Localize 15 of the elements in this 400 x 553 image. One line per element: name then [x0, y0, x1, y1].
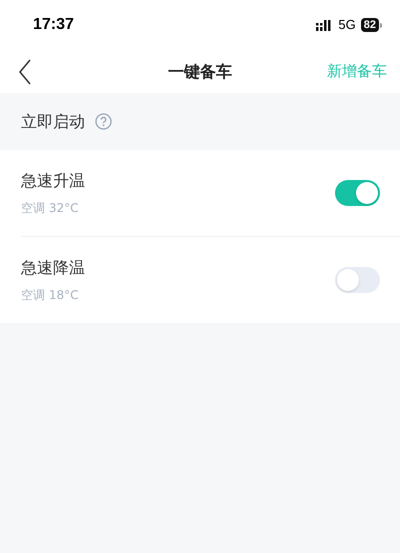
page-title: 一键备车 — [168, 60, 232, 82]
battery-level: 82 — [360, 18, 379, 32]
section-title: 立即启动 — [21, 110, 85, 132]
network-label: 5G — [338, 16, 356, 34]
item-title: 急速升温 — [21, 170, 85, 192]
item-subtitle: 空调 32°C — [21, 200, 80, 217]
toggle-switch[interactable] — [335, 180, 380, 206]
add-button[interactable]: 新增备车 — [327, 60, 387, 83]
toggle-switch[interactable] — [335, 267, 380, 293]
status-time: 17:37 — [33, 15, 74, 35]
item-title: 急速降温 — [21, 257, 85, 279]
signal-icon — [316, 20, 334, 30]
help-icon[interactable] — [95, 113, 112, 130]
item-subtitle: 空调 18°C — [21, 287, 80, 304]
back-icon[interactable] — [18, 58, 32, 84]
